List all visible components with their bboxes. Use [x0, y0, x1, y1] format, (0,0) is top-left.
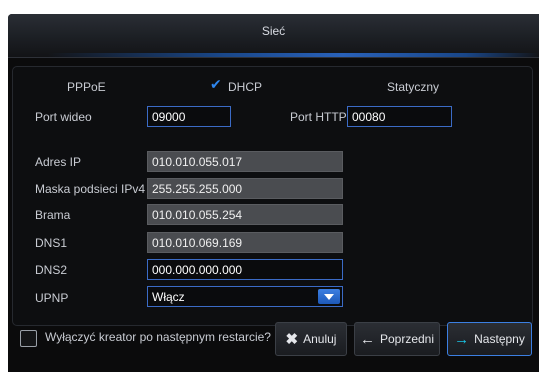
video-port-label: Port wideo — [35, 110, 92, 124]
check-icon: ✔ — [210, 77, 222, 93]
dialog-title: Sieć — [261, 24, 286, 38]
video-port-input[interactable]: 09000 — [147, 106, 231, 127]
dns1-label: DNS1 — [35, 236, 68, 250]
close-icon: ✖ — [285, 330, 299, 348]
chevron-down-icon[interactable] — [318, 289, 340, 304]
disable-wizard-checkbox[interactable] — [20, 330, 37, 347]
disable-wizard-label: Wyłączyć kreator po następnym restarcie? — [45, 330, 271, 344]
dns1-field: 010.010.069.169 — [147, 232, 343, 253]
next-button[interactable]: → Następny — [447, 322, 532, 356]
upnp-select-value: Włącz — [152, 290, 185, 304]
title-glow — [48, 53, 539, 57]
network-wizard-window: Sieć PPPoE ✔ DHCP Statyczny Port wideo 0… — [0, 0, 539, 372]
mode-pppoe[interactable]: PPPoE — [67, 80, 106, 94]
title-bar: Sieć — [8, 14, 539, 58]
mask-field: 255.255.255.000 — [147, 178, 343, 199]
dns2-label: DNS2 — [35, 263, 68, 277]
gateway-label: Brama — [35, 208, 71, 222]
gateway-field: 010.010.055.254 — [147, 204, 343, 225]
back-button-label: Poprzedni — [379, 332, 435, 346]
ip-label: Adres IP — [35, 155, 82, 169]
arrow-left-icon: ← — [359, 330, 375, 348]
ip-field: 010.010.055.017 — [147, 151, 343, 172]
cancel-button-label: Anuluj — [303, 332, 337, 346]
http-port-label: Port HTTP — [290, 110, 347, 124]
upnp-label: UPNP — [35, 291, 69, 305]
http-port-input[interactable]: 00080 — [347, 106, 452, 127]
arrow-right-icon: → — [454, 330, 470, 348]
mode-static[interactable]: Statyczny — [387, 80, 439, 94]
cancel-button[interactable]: ✖ Anuluj — [275, 322, 347, 356]
dns2-input[interactable]: 000.000.000.000 — [147, 259, 343, 280]
mode-dhcp[interactable]: DHCP — [228, 80, 262, 94]
upnp-select[interactable]: Włącz — [147, 286, 343, 307]
next-button-label: Następny — [474, 332, 525, 346]
back-button[interactable]: ← Poprzedni — [354, 322, 440, 356]
mask-label: Maska podsieci IPv4 — [35, 182, 146, 196]
